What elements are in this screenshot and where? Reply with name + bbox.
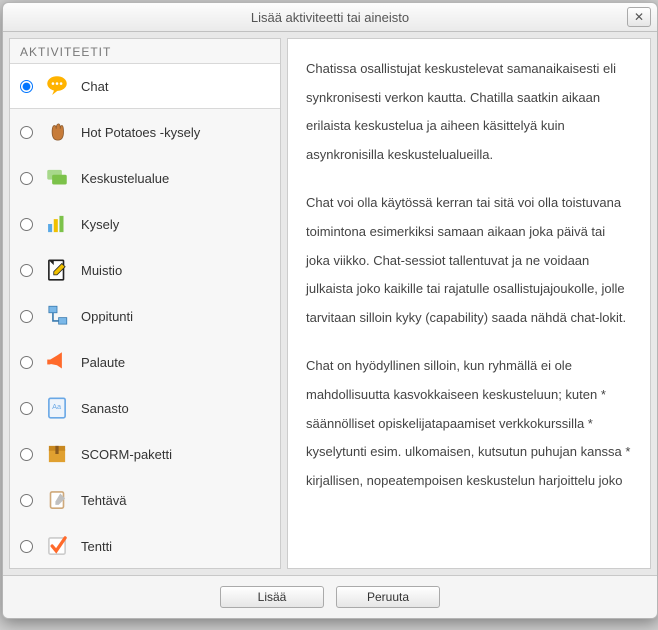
- activity-label: Chat: [81, 79, 108, 94]
- activity-label: Palaute: [81, 355, 125, 370]
- dialog-titlebar: Lisää aktiviteetti tai aineisto ✕: [3, 3, 657, 32]
- cancel-button[interactable]: Peruuta: [336, 586, 440, 608]
- activity-item-tehtava[interactable]: Tehtävä: [10, 477, 280, 523]
- hand-icon: [43, 118, 71, 146]
- activity-item-oppitunti[interactable]: Oppitunti: [10, 293, 280, 339]
- activity-description-pane[interactable]: Chatissa osallistujat keskustelevat sama…: [287, 38, 651, 569]
- activity-radio[interactable]: [20, 448, 33, 461]
- glossary-icon: Aa: [43, 394, 71, 422]
- activity-label: Oppitunti: [81, 309, 133, 324]
- megaphone-icon: [43, 348, 71, 376]
- description-paragraph: Chat on hyödyllinen silloin, kun ryhmäll…: [306, 352, 632, 495]
- section-header-activities: AKTIVITEETIT: [10, 39, 280, 63]
- activity-label: Kysely: [81, 217, 119, 232]
- activity-item-scorm[interactable]: SCORM-paketti: [10, 431, 280, 477]
- svg-text:Aa: Aa: [52, 402, 62, 411]
- chat-bubble-icon: [43, 72, 71, 100]
- activity-radio[interactable]: [20, 402, 33, 415]
- quiz-check-icon: [43, 532, 71, 560]
- activity-radio[interactable]: [20, 264, 33, 277]
- activity-radio[interactable]: [20, 80, 33, 93]
- activity-list-pane[interactable]: AKTIVITEETIT Chat Hot Potatoes -kysely Kes…: [9, 38, 281, 569]
- description-paragraph: Chatissa osallistujat keskustelevat sama…: [306, 55, 632, 169]
- activity-item-chat[interactable]: Chat: [10, 63, 280, 109]
- activity-radio[interactable]: [20, 172, 33, 185]
- dialog-title: Lisää aktiviteetti tai aineisto: [251, 10, 409, 25]
- add-button[interactable]: Lisää: [220, 586, 324, 608]
- description-paragraph: Chat voi olla käytössä kerran tai sitä v…: [306, 189, 632, 332]
- activity-label: Keskustelualue: [81, 171, 169, 186]
- forum-icon: [43, 164, 71, 192]
- activity-item-sanasto[interactable]: Aa Sanasto: [10, 385, 280, 431]
- close-icon: ✕: [634, 10, 644, 24]
- activity-list: Chat Hot Potatoes -kysely Keskustelualue Ky…: [10, 63, 280, 569]
- activity-radio[interactable]: [20, 356, 33, 369]
- activity-item-tentti[interactable]: Tentti: [10, 523, 280, 569]
- activity-label: Hot Potatoes -kysely: [81, 125, 200, 140]
- activity-radio[interactable]: [20, 218, 33, 231]
- activity-item-keskustelu[interactable]: Keskustelualue: [10, 155, 280, 201]
- activity-radio[interactable]: [20, 126, 33, 139]
- activity-label: Muistio: [81, 263, 122, 278]
- activity-label: Tehtävä: [81, 493, 127, 508]
- activity-radio[interactable]: [20, 310, 33, 323]
- assignment-icon: [43, 486, 71, 514]
- dialog-body: AKTIVITEETIT Chat Hot Potatoes -kysely Kes…: [3, 32, 657, 575]
- activity-label: SCORM-paketti: [81, 447, 172, 462]
- activity-radio[interactable]: [20, 494, 33, 507]
- flowchart-icon: [43, 302, 71, 330]
- activity-item-palaute[interactable]: Palaute: [10, 339, 280, 385]
- bar-chart-icon: [43, 210, 71, 238]
- activity-label: Tentti: [81, 539, 112, 554]
- activity-item-kysely[interactable]: Kysely: [10, 201, 280, 247]
- activity-label: Sanasto: [81, 401, 129, 416]
- activity-item-muistio[interactable]: Muistio: [10, 247, 280, 293]
- note-pencil-icon: [43, 256, 71, 284]
- dialog-footer: Lisää Peruuta: [3, 575, 657, 618]
- activity-radio[interactable]: [20, 540, 33, 553]
- activity-item-hotpotatoes[interactable]: Hot Potatoes -kysely: [10, 109, 280, 155]
- close-button[interactable]: ✕: [627, 7, 651, 27]
- activity-chooser-dialog: Lisää aktiviteetti tai aineisto ✕ AKTIVI…: [2, 2, 658, 619]
- package-icon: [43, 440, 71, 468]
